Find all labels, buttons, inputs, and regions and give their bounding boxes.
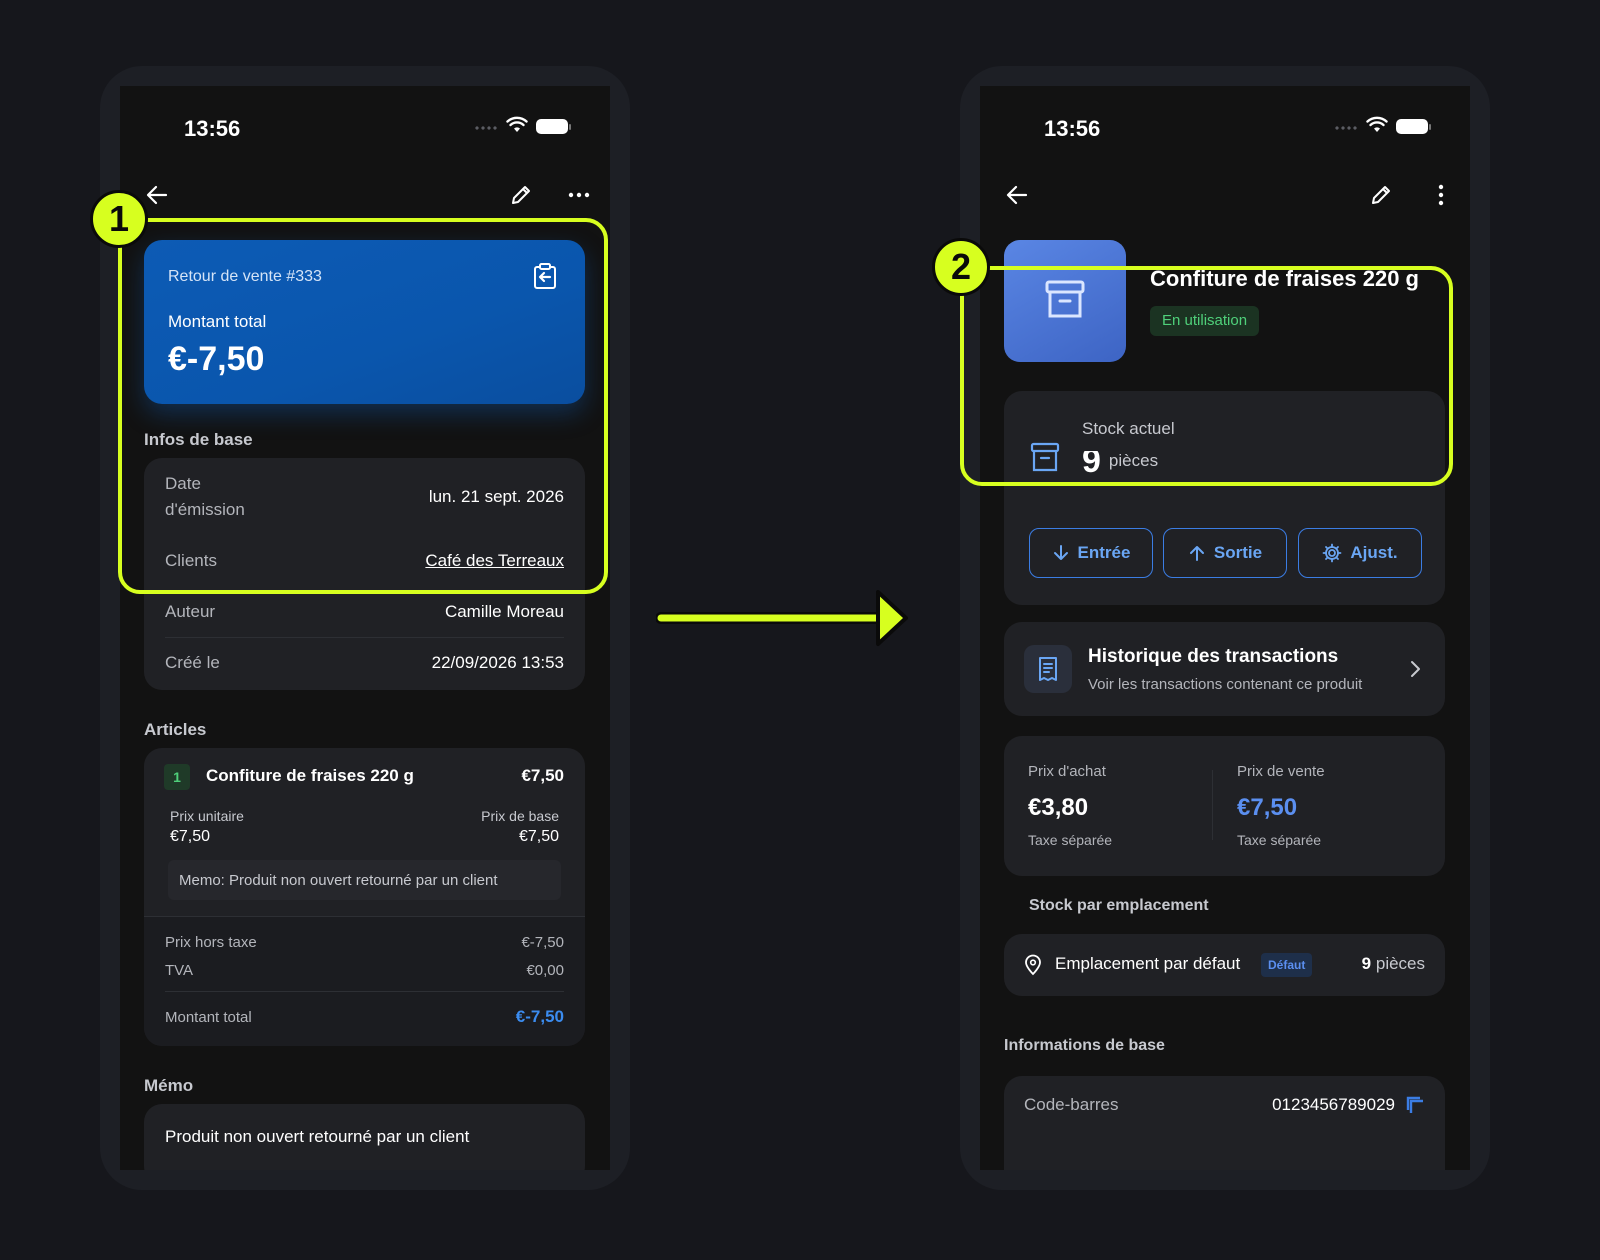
item-index-badge: 1 <box>164 764 190 790</box>
unit-price-label: Prix unitaire <box>170 808 244 824</box>
base-info-card: Code-barres 0123456789029 <box>1004 1076 1445 1170</box>
step-2-marker: 2 <box>932 238 990 296</box>
wifi-icon <box>1366 116 1388 132</box>
stock-adjust-button[interactable]: Ajust. <box>1298 528 1422 578</box>
flow-arrow-icon <box>656 590 908 646</box>
author-label: Auteur <box>165 602 216 621</box>
gear-icon <box>1322 543 1342 563</box>
barcode-label: Code-barres <box>1024 1095 1119 1114</box>
item-memo: Memo: Produit non ouvert retourné par un… <box>168 860 561 900</box>
purchase-tax-note: Taxe séparée <box>1028 832 1113 848</box>
battery-icon <box>536 119 571 134</box>
base-info-heading: Informations de base <box>1004 1037 1165 1054</box>
base-price-label: Prix de base <box>481 808 559 824</box>
vat-row: TVA €0,00 <box>165 960 564 980</box>
net-price-row: Prix hors taxe €-7,50 <box>165 932 564 952</box>
memo-text: Produit non ouvert retourné par un clien… <box>165 1127 470 1146</box>
stock-in-button[interactable]: Entrée <box>1029 528 1153 578</box>
sale-price-value: €7,50 <box>1237 794 1298 821</box>
map-pin-icon <box>1025 954 1041 976</box>
unit-price-value: €7,50 <box>170 828 211 845</box>
more-horizontal-icon[interactable] <box>566 182 592 208</box>
product-detail-screen: 13:56 Confiture de fraises 220 g En util… <box>980 86 1470 1170</box>
vat-value: €0,00 <box>526 961 564 979</box>
created-value: 22/09/2026 13:53 <box>431 653 564 672</box>
articles-heading: Articles <box>144 720 207 739</box>
stock-by-location-heading: Stock par emplacement <box>1029 897 1209 914</box>
highlight-box-2 <box>960 266 1453 486</box>
more-vertical-icon[interactable] <box>1428 182 1454 208</box>
item-total-label: Montant total <box>165 1008 252 1026</box>
copy-icon[interactable] <box>1405 1095 1425 1115</box>
status-icons <box>448 116 571 136</box>
back-arrow-icon[interactable] <box>1004 182 1030 208</box>
chevron-right-icon <box>1411 661 1420 677</box>
arrow-up-icon <box>1189 546 1204 561</box>
divider <box>165 991 564 992</box>
sale-tax-note: Taxe séparée <box>1237 832 1322 848</box>
barcode-value-group: 0123456789029 <box>1272 1095 1425 1115</box>
memo-heading: Mémo <box>144 1076 194 1095</box>
memo-card: Produit non ouvert retourné par un clien… <box>144 1104 585 1170</box>
price-divider <box>1212 770 1213 840</box>
article-card[interactable]: 1 Confiture de fraises 220 g €7,50 Prix … <box>144 748 585 1046</box>
divider <box>165 637 564 638</box>
status-icons <box>1308 116 1431 136</box>
receipt-icon <box>1039 657 1057 681</box>
arrow-down-icon <box>1053 545 1068 560</box>
location-qty: 9 pièces <box>1361 954 1425 973</box>
net-price-value: €-7,50 <box>521 933 564 951</box>
status-time: 13:56 <box>1044 116 1101 141</box>
item-amount: €7,50 <box>521 766 564 785</box>
back-arrow-icon[interactable] <box>144 182 170 208</box>
barcode-row: Code-barres 0123456789029 <box>1024 1090 1425 1120</box>
purchase-price-value: €3,80 <box>1028 794 1089 821</box>
author-value: Camille Moreau <box>444 602 564 621</box>
stock-out-button[interactable]: Sortie <box>1163 528 1287 578</box>
created-row: Créé le 22/09/2026 13:53 <box>165 648 564 678</box>
vat-label: TVA <box>165 961 194 979</box>
edit-pencil-icon[interactable] <box>1368 182 1394 208</box>
signal-icon <box>474 126 498 130</box>
location-row[interactable]: Emplacement par défaut Défaut 9 pièces <box>1004 934 1445 996</box>
purchase-price-label: Prix d'achat <box>1028 763 1106 780</box>
base-price-value: €7,50 <box>518 828 559 845</box>
barcode-value: 0123456789029 <box>1272 1095 1395 1114</box>
location-name: Emplacement par défaut <box>1055 954 1241 973</box>
history-title: Historique des transactions <box>1088 646 1339 667</box>
item-name: Confiture de fraises 220 g <box>206 766 414 785</box>
prices-card: Prix d'achat €3,80 Taxe séparée Prix de … <box>1004 736 1445 876</box>
phone-frame-product-detail: 13:56 Confiture de fraises 220 g En util… <box>960 66 1490 1190</box>
item-total-row: Montant total €-7,50 <box>165 1006 564 1028</box>
item-total-value: €-7,50 <box>515 1007 564 1026</box>
history-subtitle: Voir les transactions contenant ce produ… <box>1088 676 1363 693</box>
step-1-marker: 1 <box>90 190 148 248</box>
default-badge: Défaut <box>1261 953 1313 977</box>
created-label: Créé le <box>165 653 220 672</box>
author-row: Auteur Camille Moreau <box>165 597 564 627</box>
status-time: 13:56 <box>184 116 241 141</box>
sale-price-label: Prix de vente <box>1237 763 1325 780</box>
net-price-label: Prix hors taxe <box>165 933 257 951</box>
wifi-icon <box>506 116 528 132</box>
highlight-box-1 <box>118 218 608 594</box>
receipt-icon-tile <box>1024 645 1072 693</box>
battery-icon <box>1396 119 1431 134</box>
signal-icon <box>1334 126 1358 130</box>
transaction-history-link[interactable]: Historique des transactions Voir les tra… <box>1004 622 1445 716</box>
edit-pencil-icon[interactable] <box>508 182 534 208</box>
